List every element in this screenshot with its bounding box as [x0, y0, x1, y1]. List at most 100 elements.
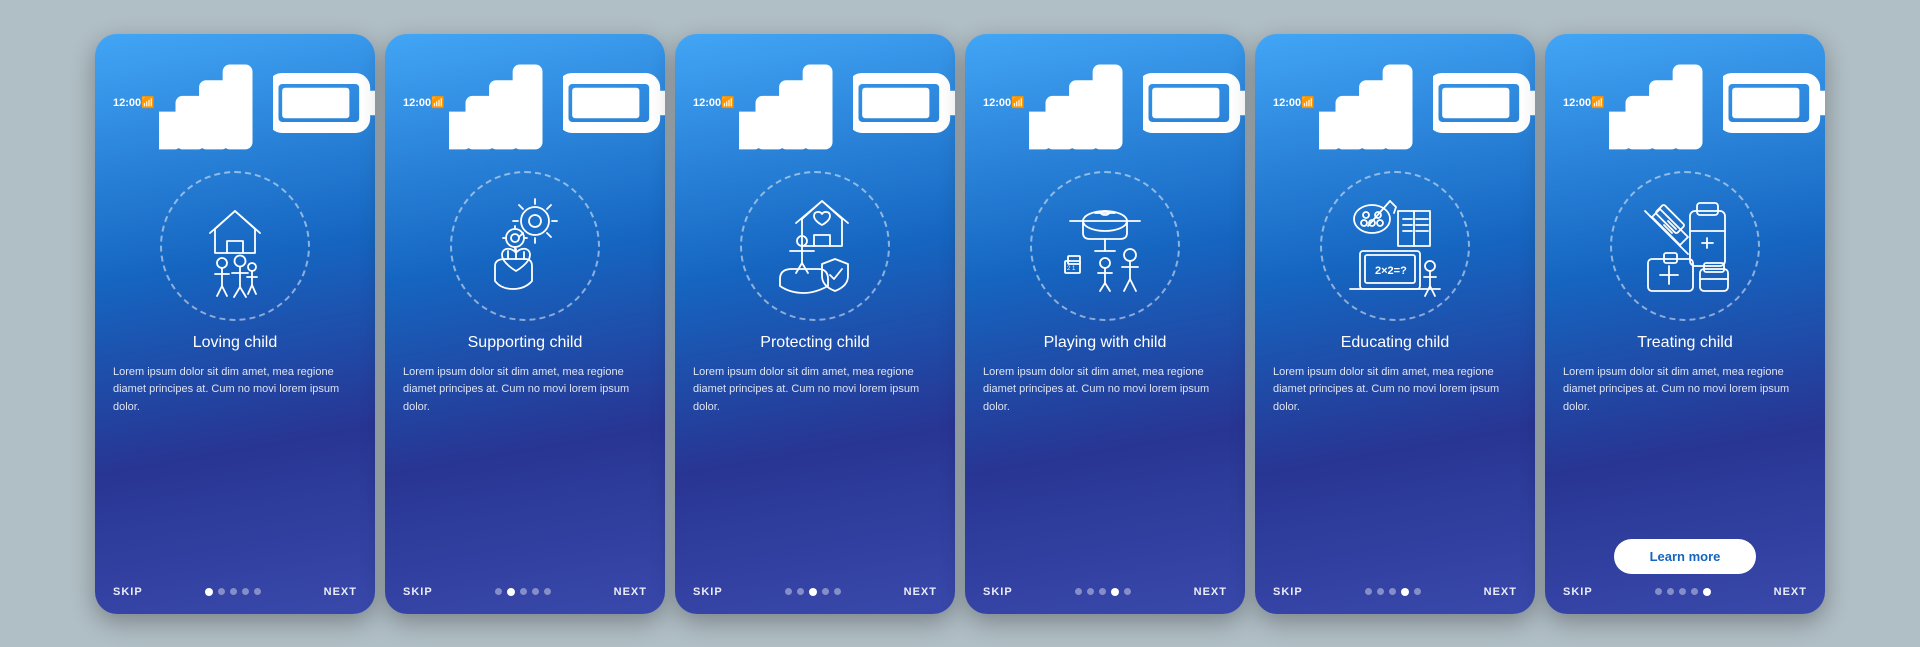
battery-icon: [273, 48, 375, 158]
nav-dot-2: [809, 588, 817, 596]
svg-text:2×2=?: 2×2=?: [1375, 265, 1407, 277]
nav-dot-2: [1679, 588, 1686, 595]
next-button[interactable]: NEXT: [1484, 586, 1517, 598]
nav-bar: SKIP NEXT: [1563, 578, 1807, 598]
skip-button[interactable]: SKIP: [113, 586, 143, 598]
screen-desc-educating: Lorem ipsum dolor sit dim amet, mea regi…: [1273, 364, 1517, 578]
skip-button[interactable]: SKIP: [1273, 586, 1303, 598]
nav-dot-3: [242, 588, 249, 595]
heart-gears-hand-icon: [445, 166, 605, 326]
status-icons: 📶: [431, 48, 665, 158]
screen-desc-loving: Lorem ipsum dolor sit dim amet, mea regi…: [113, 364, 357, 578]
battery-icon: [563, 48, 665, 158]
wifi-icon: 📶: [141, 96, 155, 109]
screen-desc-playing: Lorem ipsum dolor sit dim amet, mea regi…: [983, 364, 1227, 578]
wifi-icon: 📶: [721, 96, 735, 109]
nav-dot-0: [205, 588, 213, 596]
wifi-icon: 📶: [1591, 96, 1605, 109]
nav-dot-1: [1087, 588, 1094, 595]
screen-title-supporting: Supporting child: [468, 334, 583, 352]
status-bar: 12:00 📶: [693, 48, 937, 158]
nav-dots: [205, 588, 261, 596]
nav-dot-2: [230, 588, 237, 595]
svg-text:2 1: 2 1: [1067, 266, 1076, 272]
nav-dot-4: [544, 588, 551, 595]
skip-button[interactable]: SKIP: [1563, 586, 1593, 598]
nav-dot-3: [822, 588, 829, 595]
status-bar: 12:00 📶: [1563, 48, 1807, 158]
nav-dot-3: [1691, 588, 1698, 595]
nav-dot-3: [532, 588, 539, 595]
icon-circle: 2×2=?: [1320, 171, 1470, 321]
wifi-icon: 📶: [431, 96, 445, 109]
nav-bar: SKIP NEXT: [403, 578, 647, 598]
status-icons: 📶: [1301, 48, 1535, 158]
status-icons: 📶: [141, 48, 375, 158]
status-time: 12:00: [983, 97, 1011, 109]
signal-icon: [449, 48, 559, 158]
status-icons: 📶: [1011, 48, 1245, 158]
battery-icon: [1723, 48, 1825, 158]
phone-screen-educating: 12:00 📶: [1255, 34, 1535, 614]
status-bar: 12:00 📶: [983, 48, 1227, 158]
nav-dot-1: [797, 588, 804, 595]
nav-bar: SKIP NEXT: [1273, 578, 1517, 598]
screen-desc-protecting: Lorem ipsum dolor sit dim amet, mea regi…: [693, 364, 937, 578]
nav-dot-4: [254, 588, 261, 595]
nav-dot-4: [1124, 588, 1131, 595]
status-bar: 12:00 📶: [403, 48, 647, 158]
screen-title-protecting: Protecting child: [760, 334, 869, 352]
signal-icon: [1319, 48, 1429, 158]
next-button[interactable]: NEXT: [614, 586, 647, 598]
signal-icon: [1609, 48, 1719, 158]
next-button[interactable]: NEXT: [324, 586, 357, 598]
status-icons: 📶: [1591, 48, 1825, 158]
status-time: 12:00: [693, 97, 721, 109]
skip-button[interactable]: SKIP: [983, 586, 1013, 598]
status-time: 12:00: [403, 97, 431, 109]
nav-dot-0: [495, 588, 502, 595]
icon-circle: [160, 171, 310, 321]
nav-dot-2: [1389, 588, 1396, 595]
screen-title-playing: Playing with child: [1044, 334, 1167, 352]
screen-desc-supporting: Lorem ipsum dolor sit dim amet, mea regi…: [403, 364, 647, 578]
battery-icon: [1433, 48, 1535, 158]
nav-dot-3: [1401, 588, 1409, 596]
status-bar: 12:00 📶: [1273, 48, 1517, 158]
nav-dots: [495, 588, 551, 596]
next-button[interactable]: NEXT: [1774, 586, 1807, 598]
nav-dot-1: [507, 588, 515, 596]
nav-dots: [1655, 588, 1711, 596]
next-button[interactable]: NEXT: [1194, 586, 1227, 598]
phone-screen-protecting: 12:00 📶: [675, 34, 955, 614]
next-button[interactable]: NEXT: [904, 586, 937, 598]
nav-dots: [785, 588, 841, 596]
nav-dot-0: [1075, 588, 1082, 595]
family-home-icon: [155, 166, 315, 326]
status-time: 12:00: [1563, 97, 1591, 109]
nav-dot-4: [1414, 588, 1421, 595]
status-icons: 📶: [721, 48, 955, 158]
battery-icon: [1143, 48, 1245, 158]
nav-dot-0: [1365, 588, 1372, 595]
nav-dots: [1365, 588, 1421, 596]
icon-circle: [1610, 171, 1760, 321]
nav-dot-4: [1703, 588, 1711, 596]
nav-bar: SKIP NEXT: [693, 578, 937, 598]
skip-button[interactable]: SKIP: [403, 586, 433, 598]
icon-circle: 2 1: [1030, 171, 1180, 321]
screen-title-educating: Educating child: [1341, 334, 1450, 352]
skip-button[interactable]: SKIP: [693, 586, 723, 598]
icon-circle: [740, 171, 890, 321]
medicine-icon: [1605, 166, 1765, 326]
nav-dots: [1075, 588, 1131, 596]
nav-dot-1: [1667, 588, 1674, 595]
learn-more-button[interactable]: Learn more: [1614, 539, 1757, 574]
status-time: 12:00: [113, 97, 141, 109]
icon-circle: [450, 171, 600, 321]
screen-title-treating: Treating child: [1637, 334, 1732, 352]
status-bar: 12:00 📶: [113, 48, 357, 158]
phone-screen-supporting: 12:00 📶: [385, 34, 665, 614]
signal-icon: [739, 48, 849, 158]
nav-dot-0: [1655, 588, 1662, 595]
